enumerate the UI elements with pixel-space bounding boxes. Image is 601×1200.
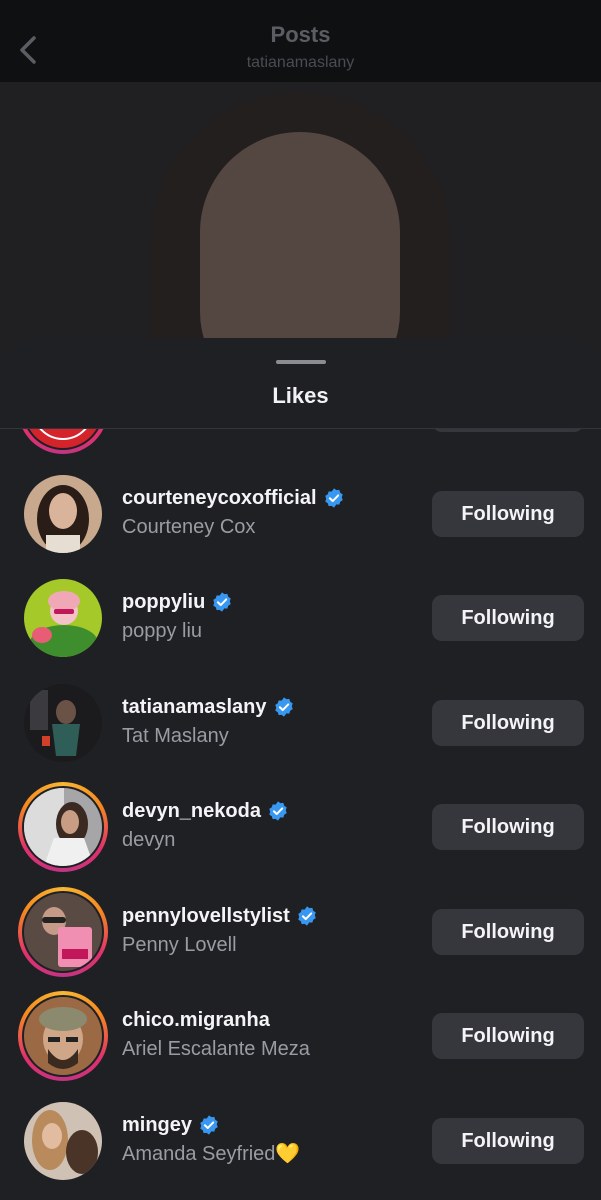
following-button[interactable]: Following	[432, 490, 584, 537]
post-image-overlay	[0, 82, 601, 382]
avatar-image	[24, 474, 102, 553]
full-name: Courteney Cox	[122, 515, 256, 538]
following-button[interactable]: Following	[432, 699, 584, 746]
avatar-photo	[24, 474, 102, 553]
likes-sheet: Likes artists4ceasefire Following	[0, 338, 601, 1200]
avatar-image	[24, 683, 102, 762]
avatar[interactable]	[18, 678, 108, 768]
avatar[interactable]	[18, 429, 108, 454]
like-row-chico-migranha[interactable]: chico.migranha Ariel Escalante Meza Foll…	[0, 979, 601, 1084]
following-button[interactable]: Following	[432, 804, 584, 850]
avatar[interactable]	[18, 782, 108, 872]
like-row-tatianamaslany[interactable]: tatianamaslany Tat Maslany Following	[0, 666, 601, 771]
username-line[interactable]: pennylovellstylist	[122, 903, 422, 929]
full-name: Penny Lovell	[122, 933, 237, 956]
likes-list[interactable]: artists4ceasefire Following courteneycox…	[0, 429, 601, 1200]
avatar-photo	[24, 997, 102, 1075]
user-names: mingey Amanda Seyfried💛	[122, 1112, 422, 1167]
like-row-poppyliu[interactable]: poppyliu poppy liu Following	[0, 561, 601, 666]
avatar-image	[24, 788, 102, 866]
username-line[interactable]: courteneycoxofficial	[122, 485, 422, 511]
following-button[interactable]: Following	[432, 429, 584, 432]
avatar-image	[24, 579, 102, 657]
verified-badge-icon	[213, 592, 232, 612]
avatar-image	[24, 1101, 102, 1180]
user-names: pennylovellstylist Penny Lovell	[122, 903, 422, 958]
avatar-photo	[24, 788, 102, 866]
verified-badge-icon	[274, 696, 293, 717]
sheet-title: Likes	[272, 383, 329, 408]
username-line[interactable]: mingey	[122, 1112, 422, 1138]
avatar[interactable]	[18, 1096, 108, 1186]
likes-screen: Posts tatianamaslany Likes artists4cease…	[0, 0, 601, 1200]
avatar[interactable]	[18, 469, 108, 559]
verified-badge-icon	[269, 801, 287, 821]
like-row-artists4ceasefire[interactable]: artists4ceasefire Following	[0, 429, 601, 457]
post-image[interactable]	[0, 82, 601, 382]
avatar[interactable]	[18, 886, 108, 977]
following-button[interactable]: Following	[432, 1117, 584, 1164]
user-names: chico.migranha Ariel Escalante Meza	[122, 1007, 422, 1062]
avatar-image	[24, 892, 102, 971]
username[interactable]: pennylovellstylist	[122, 903, 290, 929]
username[interactable]: devyn_nekoda	[122, 798, 261, 824]
username[interactable]: chico.migranha	[122, 1007, 270, 1033]
username[interactable]: courteneycoxofficial	[122, 485, 317, 511]
sheet-grabber-handle[interactable]	[276, 360, 326, 364]
avatar-photo	[24, 683, 102, 762]
full-name: devyn	[122, 829, 176, 851]
verified-badge-icon	[324, 487, 343, 508]
username[interactable]: mingey	[122, 1112, 192, 1138]
full-name: Tat Maslany	[122, 724, 229, 747]
full-name: Amanda Seyfried💛	[122, 1142, 301, 1165]
following-button[interactable]: Following	[432, 595, 584, 641]
user-names: devyn_nekoda devyn	[122, 798, 422, 853]
following-button[interactable]: Following	[432, 908, 584, 955]
avatar-photo	[24, 1101, 102, 1180]
following-button[interactable]: Following	[432, 1013, 584, 1059]
top-bar: Posts tatianamaslany	[0, 0, 601, 82]
verified-badge-icon	[298, 905, 316, 926]
page-subtitle: tatianamaslany	[246, 54, 355, 71]
page-title: Posts	[270, 22, 331, 47]
avatar[interactable]	[18, 991, 108, 1081]
like-row-devyn-nekoda[interactable]: devyn_nekoda devyn Following	[0, 770, 601, 875]
full-name: Ariel Escalante Meza	[122, 1038, 310, 1060]
like-row-courteneycoxofficial[interactable]: courteneycoxofficial Courteney Cox Follo…	[0, 457, 601, 562]
user-names: tatianamaslany Tat Maslany	[122, 694, 422, 749]
avatar-image	[24, 997, 102, 1075]
username-line[interactable]: poppyliu	[122, 589, 422, 615]
like-row-pennylovellstylist[interactable]: pennylovellstylist Penny Lovell Followin…	[0, 875, 601, 980]
like-row-mingey[interactable]: mingey Amanda Seyfried💛 Following	[0, 1084, 601, 1189]
avatar[interactable]	[18, 573, 108, 663]
full-name: poppy liu	[122, 620, 203, 642]
username[interactable]: tatianamaslany	[122, 694, 267, 720]
avatar-photo	[24, 892, 102, 971]
username-line[interactable]: devyn_nekoda	[122, 798, 422, 824]
username-line[interactable]: tatianamaslany	[122, 694, 422, 720]
user-names: poppyliu poppy liu	[122, 589, 422, 644]
verified-badge-icon	[200, 1114, 218, 1135]
username-line[interactable]: chico.migranha	[122, 1007, 422, 1033]
avatar-photo	[24, 579, 102, 657]
user-names: courteneycoxofficial Courteney Cox	[122, 485, 422, 540]
username[interactable]: poppyliu	[122, 589, 205, 615]
